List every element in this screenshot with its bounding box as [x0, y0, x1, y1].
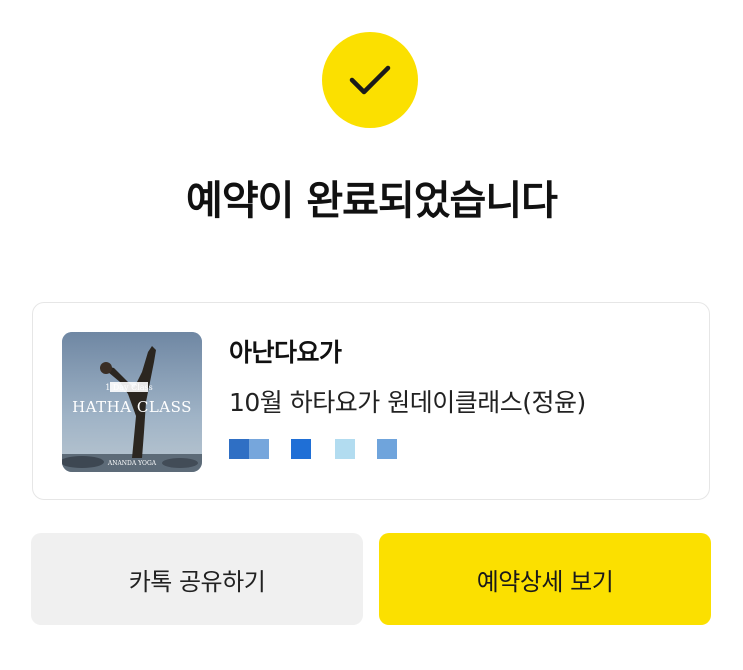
kakaotalk-share-button[interactable]: 카톡 공유하기 — [31, 533, 363, 625]
detail-block — [249, 439, 269, 459]
completion-title: 예약이 완료되었습니다 — [186, 178, 558, 224]
detail-block — [335, 439, 355, 459]
thumbnail-badge-text: 1 Day Class — [105, 383, 153, 392]
detail-block — [291, 439, 311, 459]
class-name: 10월 하타요가 원데이클래스(정윤) — [229, 388, 586, 417]
check-icon — [349, 65, 391, 95]
class-thumbnail: 1 Day Class HATHA CLASS ANANDA YOGA — [62, 332, 202, 472]
detail-block — [377, 439, 397, 459]
shop-name: 아난다요가 — [229, 338, 342, 367]
reservation-detail-button[interactable]: 예약상세 보기 — [379, 533, 711, 625]
detail-block — [229, 439, 249, 459]
check-badge — [322, 32, 418, 128]
thumbnail-headline-text: HATHA CLASS — [72, 398, 192, 416]
reservation-card[interactable]: 1 Day Class HATHA CLASS ANANDA YOGA 아난다요… — [32, 302, 710, 500]
thumbnail-brand-text: ANANDA YOGA — [107, 460, 157, 467]
